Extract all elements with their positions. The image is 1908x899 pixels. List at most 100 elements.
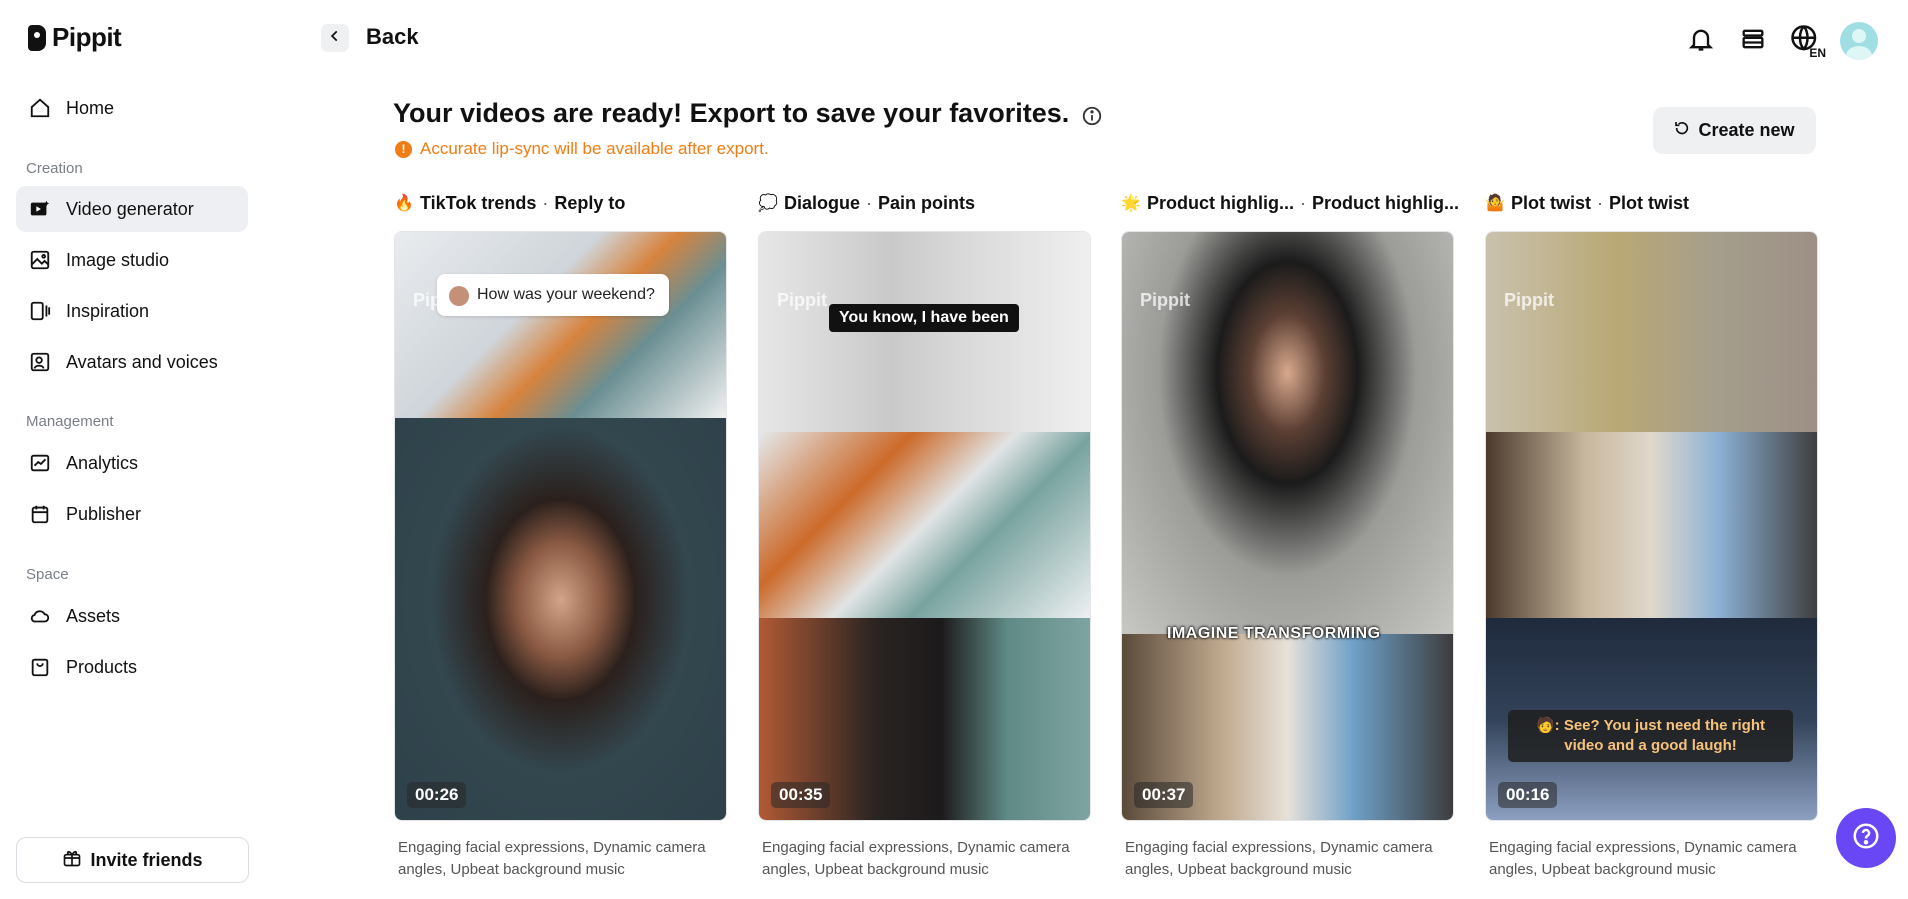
- sidebar-item-label: Avatars and voices: [66, 351, 218, 372]
- card-category: Product highlig...: [1147, 192, 1294, 213]
- card-header: 🔥 TikTok trends · Reply to: [394, 190, 727, 216]
- subtitle-overlay: 🧑: See? You just need the right video an…: [1508, 710, 1793, 762]
- chevron-left-icon: [328, 29, 342, 48]
- video-description: Engaging facial expressions, Dynamic cam…: [1125, 839, 1433, 878]
- separator: ·: [1597, 192, 1603, 213]
- card-category: Plot twist: [1511, 192, 1591, 213]
- video-duration: 00:16: [1498, 782, 1558, 808]
- inspiration-icon: [28, 299, 52, 323]
- language-code: EN: [1809, 46, 1826, 60]
- video-duration: 00:26: [407, 782, 467, 808]
- warning-icon: !: [395, 140, 412, 158]
- subtitle-overlay: IMAGINE TRANSFORMING: [1167, 625, 1381, 642]
- brand-name: Pippit: [52, 22, 122, 52]
- image-studio-icon: [28, 248, 52, 272]
- card-subcategory: Product highlig...: [1312, 192, 1459, 213]
- credits-button[interactable]: [1736, 24, 1770, 58]
- info-icon[interactable]: [1081, 103, 1103, 125]
- sidebar-item-label: Video generator: [66, 198, 194, 219]
- sidebar-item-video-generator[interactable]: Video generator: [16, 186, 248, 232]
- scene-blurred: [1486, 232, 1817, 432]
- pippit-logo[interactable]: Pippit: [28, 22, 122, 53]
- cloud-icon: [28, 604, 52, 628]
- section-space: Space: [26, 566, 69, 583]
- analytics-icon: [28, 451, 52, 475]
- sidebar-item-analytics[interactable]: Analytics: [16, 440, 248, 486]
- invite-friends-button[interactable]: Invite friends: [16, 837, 249, 883]
- help-icon: [1851, 821, 1881, 856]
- card-subcategory: Plot twist: [1609, 192, 1689, 213]
- sidebar-item-image-studio[interactable]: Image studio: [16, 237, 248, 283]
- card-subcategory: Pain points: [878, 192, 976, 213]
- section-management: Management: [26, 413, 114, 430]
- sidebar-item-products[interactable]: Products: [16, 644, 248, 690]
- help-button[interactable]: [1836, 808, 1896, 868]
- sidebar-item-assets[interactable]: Assets: [16, 593, 248, 639]
- sidebar-item-inspiration[interactable]: Inspiration: [16, 288, 248, 334]
- create-new-label: Create new: [1698, 120, 1795, 140]
- separator: ·: [1300, 192, 1306, 213]
- notification-button[interactable]: [1684, 24, 1718, 58]
- card-header: 🌟 Product highlig... · Product highlig..…: [1121, 190, 1459, 216]
- sidebar-item-publisher[interactable]: Publisher: [16, 491, 248, 537]
- scene-blurred: [759, 232, 1090, 432]
- video-duration: 00:35: [771, 782, 831, 808]
- scene-woman-talking: [395, 418, 726, 820]
- sidebar-item-home[interactable]: Home: [16, 85, 248, 131]
- page-title-row: Your videos are ready! Export to save yo…: [393, 98, 1103, 129]
- fire-icon: 🔥: [394, 195, 414, 212]
- card-category: Dialogue: [784, 192, 861, 213]
- pippit-watermark: Pippit: [777, 290, 827, 310]
- video-thumbnail[interactable]: Pippit 🧑: See? You just need the right v…: [1485, 231, 1818, 821]
- language-button[interactable]: EN: [1788, 24, 1826, 60]
- home-icon: [28, 96, 52, 120]
- video-thumbnail[interactable]: Pippit How was your weekend? 00:26: [394, 231, 727, 821]
- create-new-button[interactable]: Create new: [1653, 107, 1816, 154]
- page-title: Your videos are ready! Export to save yo…: [393, 98, 1070, 128]
- video-description: Engaging facial expressions, Dynamic cam…: [762, 839, 1070, 878]
- card-header: 🤷 Plot twist · Plot twist: [1485, 190, 1818, 216]
- sidebar-item-label: Products: [66, 656, 138, 677]
- subtitle-overlay: You know, I have been: [829, 304, 1019, 332]
- section-creation: Creation: [26, 160, 83, 177]
- lip-sync-notice: ! Accurate lip-sync will be available af…: [395, 139, 769, 159]
- video-card[interactable]: 💭 Dialogue · Pain points Pippit You know…: [758, 190, 1091, 878]
- video-description: Engaging facial expressions, Dynamic cam…: [398, 839, 706, 878]
- video-duration: 00:37: [1134, 782, 1194, 808]
- calendar-icon: [28, 502, 52, 526]
- shrug-icon: 🤷: [1485, 195, 1505, 212]
- product-icon: [28, 655, 52, 679]
- video-card[interactable]: 🤷 Plot twist · Plot twist Pippit 🧑: See?…: [1485, 190, 1818, 878]
- thought-bubble-icon: 💭: [758, 195, 778, 212]
- sidebar: Pippit Home Creation Video generator Ima…: [0, 0, 265, 899]
- separator: ·: [866, 192, 873, 213]
- sidebar-item-avatars-voices[interactable]: Avatars and voices: [16, 339, 248, 385]
- sidebar-item-label: Publisher: [66, 503, 142, 524]
- pippit-watermark: Pippit: [1140, 290, 1190, 310]
- top-toolbar: EN: [1684, 22, 1878, 60]
- sidebar-item-label: Inspiration: [66, 300, 150, 321]
- video-card[interactable]: 🔥 TikTok trends · Reply to Pippit How wa…: [394, 190, 727, 878]
- notice-text: Accurate lip-sync will be available afte…: [420, 139, 769, 158]
- avatar-voice-icon: [28, 350, 52, 374]
- card-header: 💭 Dialogue · Pain points: [758, 190, 1091, 216]
- back-label[interactable]: Back: [366, 24, 419, 50]
- stack-icon: [1739, 25, 1767, 58]
- pippit-watermark: Pippit: [1504, 290, 1554, 310]
- video-thumbnail[interactable]: Pippit You know, I have been 00:35: [758, 231, 1091, 821]
- separator: ·: [542, 192, 549, 213]
- video-description: Engaging facial expressions, Dynamic cam…: [1489, 839, 1797, 878]
- back-button[interactable]: [321, 24, 349, 52]
- scene-friends: [1486, 432, 1817, 618]
- sidebar-item-label: Assets: [66, 605, 121, 626]
- sidebar-item-label: Home: [66, 97, 115, 118]
- bell-icon: [1687, 25, 1715, 58]
- user-avatar[interactable]: [1840, 22, 1878, 60]
- sparkle-icon: 🌟: [1121, 195, 1141, 212]
- gift-icon: [62, 848, 82, 873]
- scene-office: [759, 432, 1090, 618]
- video-card[interactable]: 🌟 Product highlig... · Product highlig..…: [1121, 190, 1459, 878]
- video-thumbnail[interactable]: Pippit IMAGINE TRANSFORMING 00:37: [1121, 231, 1454, 821]
- card-subcategory: Reply to: [554, 192, 626, 213]
- card-category: TikTok trends: [420, 192, 537, 213]
